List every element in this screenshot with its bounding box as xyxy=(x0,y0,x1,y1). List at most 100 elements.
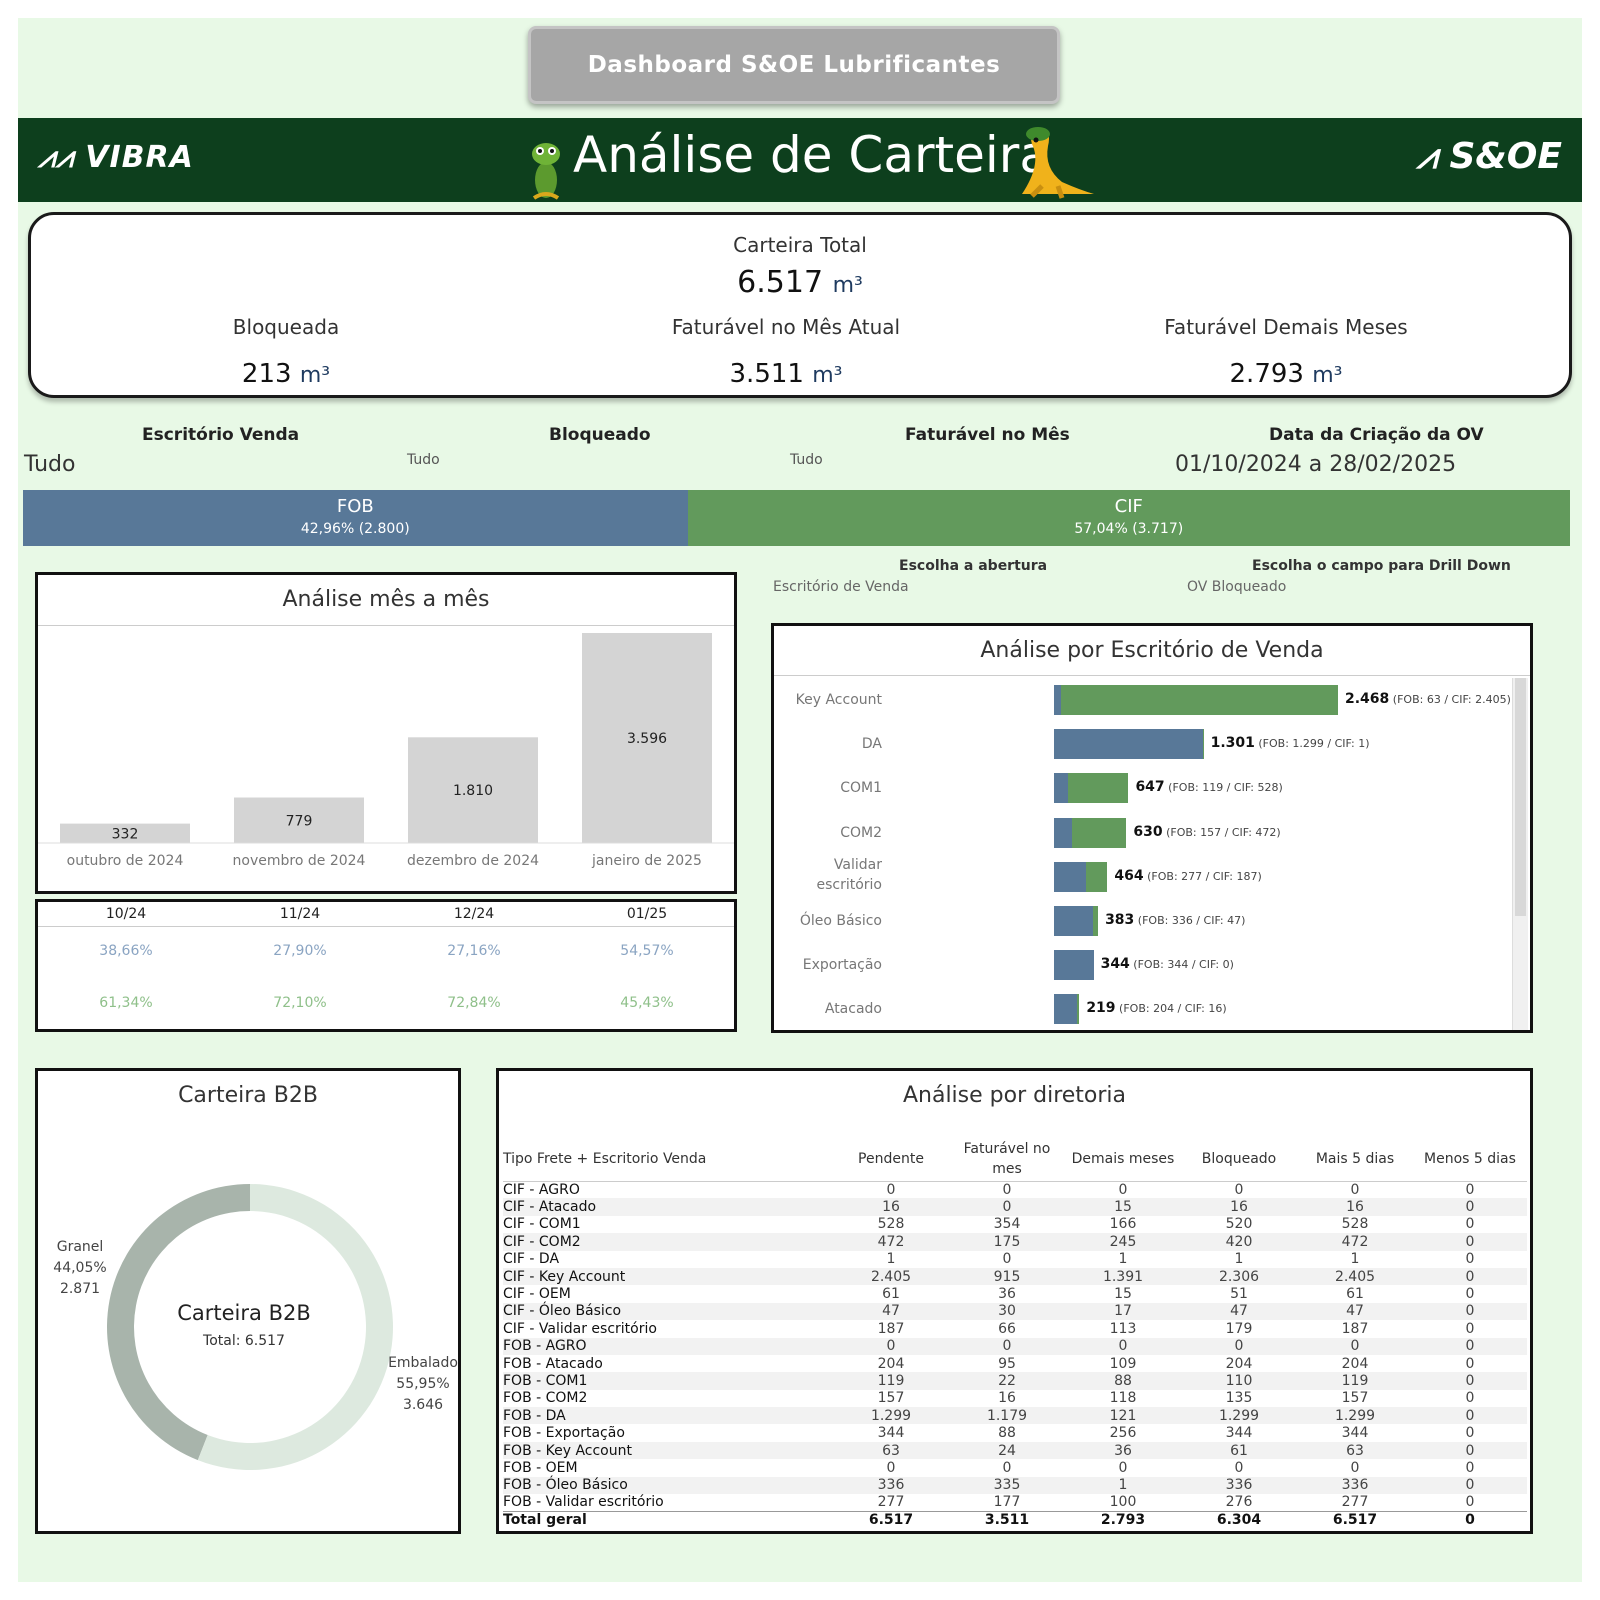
month-col-header: 11/24 xyxy=(279,906,321,922)
month-bar-value: 332 xyxy=(112,826,139,842)
office-total: 2.468 xyxy=(1345,691,1390,707)
col-header-other-months[interactable]: Demais meses xyxy=(1065,1137,1181,1182)
kpi-current-month: Faturável no Mês Atual 3.511 m³ xyxy=(621,315,951,389)
dashboard-button[interactable]: Dashboard S&OE Lubrificantes xyxy=(528,26,1060,104)
office-bar-chart: Key Account 2.468 (FOB: 63 / CIF: 2.405) D… xyxy=(774,678,1514,1030)
value-cell: 915 xyxy=(949,1267,1065,1286)
cif-detail: 57,04% (3.717) xyxy=(1074,521,1184,537)
col-header-more-5-days[interactable]: Mais 5 dias xyxy=(1297,1137,1413,1182)
directorate-panel: Análise por diretoria Tipo Frete + Escri… xyxy=(496,1068,1533,1534)
office-row[interactable]: Óleo Básico 383 (FOB: 336 / CIF: 47) xyxy=(774,899,1514,943)
kpi-other-value: 2.793 m³ xyxy=(1116,359,1456,389)
office-row[interactable]: COM2 630 (FOB: 157 / CIF: 472) xyxy=(774,811,1514,855)
office-cif-bar[interactable] xyxy=(1072,817,1127,848)
office-cif-bar[interactable] xyxy=(1061,685,1338,715)
fob-segment[interactable]: FOB 42,96% (2.800) xyxy=(23,490,688,546)
table-row[interactable]: FOB - Óleo Básico 336 335 1 336 336 0 xyxy=(503,1476,1527,1495)
table-row[interactable]: FOB - OEM 0 0 0 0 0 0 xyxy=(503,1459,1527,1476)
table-total-row[interactable]: Total geral 6.517 3.511 2.793 6.304 6.517 0 xyxy=(503,1510,1527,1529)
value-cell: 2.793 xyxy=(1065,1510,1181,1529)
row-label-cell: CIF - COM2 xyxy=(503,1233,833,1251)
cif-segment[interactable]: CIF 57,04% (3.717) xyxy=(687,490,1570,546)
office-detail: (FOB: 63 / CIF: 2.405) xyxy=(1389,693,1511,706)
value-cell: 0 xyxy=(1297,1337,1413,1355)
table-row[interactable]: FOB - Atacado 204 95 109 204 204 0 xyxy=(503,1355,1527,1372)
office-cif-bar[interactable] xyxy=(1067,773,1129,804)
office-value-label: 647 (FOB: 119 / CIF: 528) xyxy=(1135,779,1282,795)
filter-date-range[interactable]: 01/10/2024 a 28/02/2025 xyxy=(1175,452,1456,477)
office-row[interactable]: Key Account 2.468 (FOB: 63 / CIF: 2.405) xyxy=(774,678,1514,722)
office-fob-bar[interactable] xyxy=(1054,994,1078,1025)
office-scrollbar[interactable] xyxy=(1512,678,1528,1030)
office-scrollbar-thumb[interactable] xyxy=(1515,678,1526,916)
granel-label: Granel 44,05% 2.871 xyxy=(52,1237,108,1300)
col-header-billable[interactable]: Faturável no mes xyxy=(949,1137,1065,1182)
table-row[interactable]: FOB - COM1 119 22 88 110 119 0 xyxy=(503,1372,1527,1390)
value-cell: 1.299 xyxy=(1297,1407,1413,1425)
value-cell: 0 xyxy=(1413,1407,1527,1425)
kpi-other-number: 2.793 xyxy=(1229,359,1304,389)
col-header-blocked[interactable]: Bloqueado xyxy=(1181,1137,1297,1182)
value-cell: 88 xyxy=(1065,1372,1181,1390)
vibra-logo: ⩘⩘ VIBRA xyxy=(38,140,194,175)
header-banner: ⩘⩘ VIBRA Análise de Carteira ⩘ S&OE xyxy=(18,118,1582,202)
value-cell: 354 xyxy=(993,1216,1021,1233)
drill-field-selector[interactable]: OV Bloqueado xyxy=(1187,579,1286,595)
table-row[interactable]: FOB - Exportação 344 88 256 344 344 0 xyxy=(503,1424,1527,1441)
office-fob-bar[interactable] xyxy=(1054,950,1094,981)
donut-center-total: Total: 6.517 xyxy=(203,1333,285,1349)
table-row[interactable]: CIF - Atacado 16 0 15 16 16 0 xyxy=(503,1198,1527,1216)
table-row[interactable]: CIF - Óleo Básico 47 30 17 47 47 0 xyxy=(503,1302,1527,1321)
table-row[interactable]: CIF - Key Account 2.405 915 1.391 2.306 2.405… xyxy=(503,1267,1527,1286)
value-cell: 1.299 xyxy=(1181,1407,1297,1425)
table-row[interactable]: FOB - Key Account 63 24 36 61 63 0 xyxy=(503,1441,1527,1460)
value-cell: 336 xyxy=(1181,1476,1297,1495)
table-row[interactable]: CIF - OEM 61 36 15 51 61 0 xyxy=(503,1285,1527,1302)
office-fob-bar[interactable] xyxy=(1054,773,1068,804)
office-row[interactable]: DA 1.301 (FOB: 1.299 / CIF: 1) xyxy=(774,722,1514,766)
office-row[interactable]: Exportação 344 (FOB: 344 / CIF: 0) xyxy=(774,943,1514,987)
value-cell: 335 xyxy=(949,1476,1065,1495)
office-row[interactable]: Atacado 219 (FOB: 204 / CIF: 16) xyxy=(774,987,1514,1031)
value-cell: 118 xyxy=(1109,1390,1137,1407)
value-cell: 472 xyxy=(1297,1233,1413,1251)
table-row[interactable]: CIF - DA 1 0 1 1 1 0 xyxy=(503,1251,1527,1268)
col-header-type[interactable]: Tipo Frete + Escritorio Venda xyxy=(503,1137,833,1182)
filter-billable-select[interactable]: Tudo xyxy=(790,452,823,468)
value-cell: 0 xyxy=(1002,1251,1012,1268)
table-row[interactable]: FOB - AGRO 0 0 0 0 0 0 xyxy=(503,1337,1527,1355)
value-cell: 47 xyxy=(1181,1302,1297,1321)
month-axis-label: dezembro de 2024 xyxy=(407,853,539,869)
table-row[interactable]: CIF - Validar escritório 187 66 113 179 187 0 xyxy=(503,1320,1527,1337)
table-row[interactable]: FOB - COM2 157 16 118 135 157 0 xyxy=(503,1390,1527,1407)
table-row[interactable]: FOB - Validar escritório 277 177 100 276 277 0 xyxy=(503,1494,1527,1511)
office-total: 219 xyxy=(1086,1000,1116,1017)
office-fob-bar[interactable] xyxy=(1054,729,1204,760)
office-cif-bar[interactable] xyxy=(1092,906,1099,936)
donut-slice-embalado[interactable] xyxy=(197,1184,393,1470)
table-row[interactable]: CIF - COM2 472 175 245 420 472 0 xyxy=(503,1233,1527,1251)
opening-selector[interactable]: Escritório de Venda xyxy=(773,579,909,595)
filter-blocked-select[interactable]: Tudo xyxy=(407,452,440,468)
value-cell: 121 xyxy=(1065,1407,1181,1425)
office-fob-bar[interactable] xyxy=(1054,906,1093,936)
office-fob-bar[interactable] xyxy=(1054,685,1062,715)
row-label-cell: CIF - Validar escritório xyxy=(503,1320,657,1337)
office-fob-bar[interactable] xyxy=(1054,817,1073,848)
filter-office-select[interactable]: Tudo xyxy=(24,452,75,477)
col-header-pending[interactable]: Pendente xyxy=(833,1137,949,1182)
office-cif-bar[interactable] xyxy=(1077,994,1080,1025)
table-row[interactable]: CIF - AGRO 0 0 0 0 0 0 xyxy=(503,1181,1527,1198)
office-cif-bar[interactable] xyxy=(1085,861,1108,892)
row-label-cell: FOB - COM1 xyxy=(503,1372,833,1390)
office-row[interactable]: COM1 647 (FOB: 119 / CIF: 528) xyxy=(774,766,1514,810)
office-row[interactable]: Validar escritório 464 (FOB: 277 / CIF: 1… xyxy=(774,855,1514,899)
col-header-less-5-days[interactable]: Menos 5 dias xyxy=(1413,1137,1527,1182)
kpi-panel: Carteira Total 6.517 m³ Bloqueada 213 m³… xyxy=(28,212,1572,398)
value-cell: 344 xyxy=(877,1425,905,1442)
value-cell: 1 xyxy=(1350,1251,1360,1268)
office-fob-bar[interactable] xyxy=(1054,861,1086,892)
value-cell: 61 xyxy=(1181,1441,1297,1460)
table-row[interactable]: CIF - COM1 528 354 166 520 528 0 xyxy=(503,1216,1527,1233)
table-row[interactable]: FOB - DA 1.299 1.179 121 1.299 1.299 0 xyxy=(503,1407,1527,1425)
